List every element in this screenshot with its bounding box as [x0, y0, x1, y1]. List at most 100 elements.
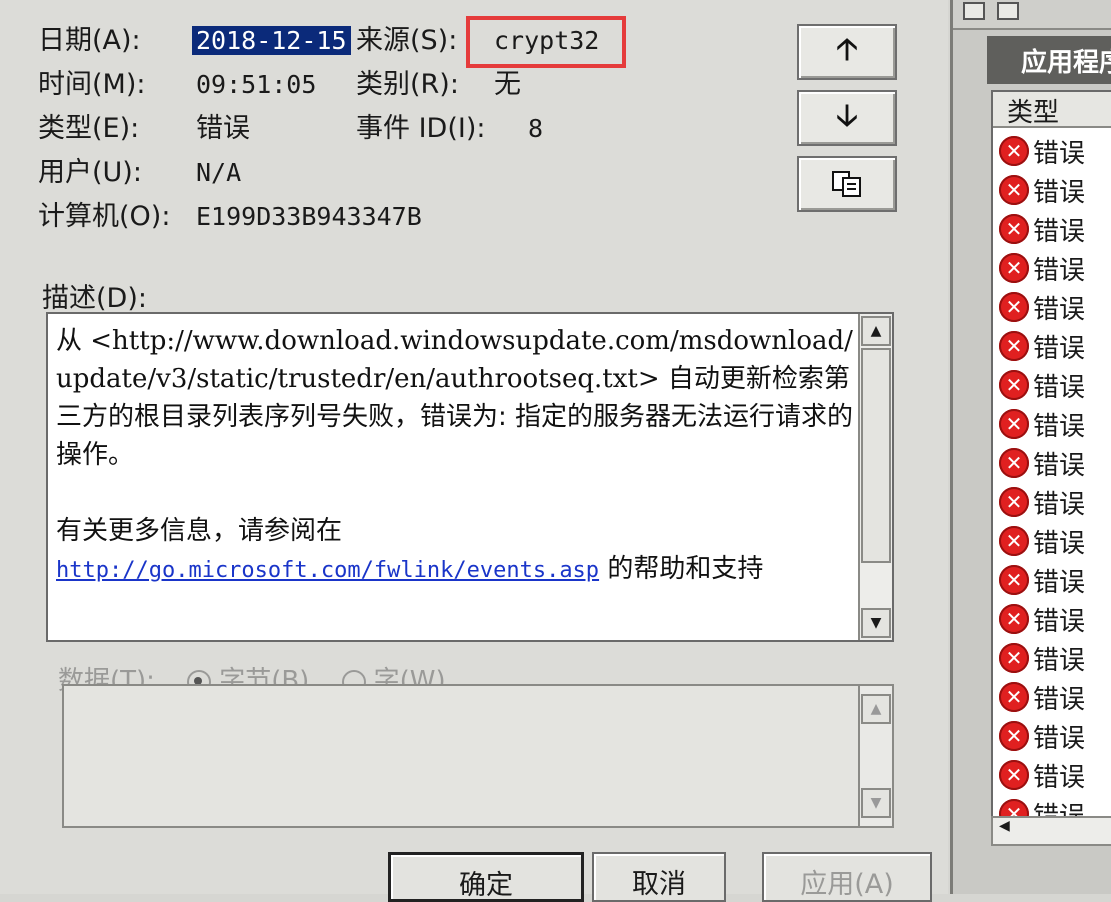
- help-link[interactable]: http://go.microsoft.com/fwlink/events.as…: [56, 558, 599, 583]
- category-value: 无: [494, 69, 521, 100]
- event-list-row[interactable]: ✕错误: [999, 522, 1085, 560]
- description-label: 描述(D):: [42, 283, 147, 314]
- scroll-thumb[interactable]: [861, 348, 891, 563]
- error-icon: ✕: [999, 409, 1029, 439]
- error-icon: ✕: [999, 721, 1029, 751]
- description-scrollbar[interactable]: ▲ ▼: [858, 314, 892, 640]
- error-icon: ✕: [999, 448, 1029, 478]
- user-value: N/A: [196, 158, 242, 187]
- column-header-type[interactable]: 类型: [993, 92, 1111, 128]
- previous-event-button[interactable]: 🡡: [797, 24, 897, 80]
- event-type-label: 错误: [1033, 138, 1086, 169]
- error-icon: ✕: [999, 253, 1029, 283]
- error-icon: ✕: [999, 760, 1029, 790]
- event-type-label: 错误: [1033, 255, 1086, 286]
- description-help-suffix: 的帮助和支持: [599, 554, 764, 584]
- event-list-row[interactable]: ✕错误: [999, 717, 1085, 755]
- error-icon: ✕: [999, 292, 1029, 322]
- date-value-text: 2018-12-15: [192, 26, 351, 55]
- event-list-row[interactable]: ✕错误: [999, 561, 1085, 599]
- event-list-row[interactable]: ✕错误: [999, 210, 1085, 248]
- event-list-row[interactable]: ✕错误: [999, 600, 1085, 638]
- scroll-left-icon[interactable]: ◀: [999, 818, 1010, 834]
- error-icon: ✕: [999, 604, 1029, 634]
- error-icon: ✕: [999, 370, 1029, 400]
- event-type-label: 错误: [1033, 684, 1086, 715]
- event-list-row[interactable]: ✕错误: [999, 678, 1085, 716]
- event-type-label: 错误: [1033, 489, 1086, 520]
- event-id-label: 事件 ID(I):: [356, 113, 486, 144]
- description-prefix: 从: [56, 326, 91, 356]
- apply-button[interactable]: 应用(A): [762, 852, 932, 902]
- event-type-label: 错误: [1033, 372, 1086, 403]
- arrow-up-icon: 🡡: [836, 31, 858, 67]
- event-list-row[interactable]: ✕错误: [999, 288, 1085, 326]
- event-type-label: 错误: [1033, 177, 1086, 208]
- copy-button[interactable]: [797, 156, 897, 212]
- pane-title: 应用程序: [987, 36, 1111, 84]
- category-label: 类别(R):: [356, 69, 459, 100]
- event-id-value: 8: [528, 114, 544, 143]
- event-properties-dialog: 日期(A): 2018-12-15 来源(S): crypt32 时间(M): …: [0, 0, 948, 902]
- event-list-row[interactable]: ✕错误: [999, 483, 1085, 521]
- event-list-row[interactable]: ✕错误: [999, 249, 1085, 287]
- error-icon: ✕: [999, 565, 1029, 595]
- scroll-up-icon[interactable]: ▲: [861, 316, 891, 346]
- toolbar: [953, 0, 1111, 30]
- event-type-label: 错误: [1033, 333, 1086, 364]
- error-icon: ✕: [999, 526, 1029, 556]
- event-type-label: 错误: [1033, 450, 1086, 481]
- list-horizontal-scrollbar[interactable]: ◀: [991, 816, 1111, 846]
- date-value[interactable]: 2018-12-15: [192, 24, 351, 58]
- cancel-button[interactable]: 取消: [592, 852, 726, 902]
- error-icon: ✕: [999, 487, 1029, 517]
- event-list-row[interactable]: ✕错误: [999, 444, 1085, 482]
- toolbar-icon-1[interactable]: [963, 2, 985, 20]
- event-type-label: 错误: [1033, 762, 1086, 793]
- next-event-button[interactable]: 🡣: [797, 90, 897, 146]
- toolbar-icon-2[interactable]: [997, 2, 1019, 20]
- error-icon: ✕: [999, 175, 1029, 205]
- data-textbox[interactable]: ▲ ▼: [62, 684, 894, 828]
- arrow-down-icon: 🡣: [836, 97, 858, 133]
- event-list-row[interactable]: ✕错误: [999, 405, 1085, 443]
- source-annotation-box: [466, 16, 626, 68]
- event-list-row[interactable]: ✕错误: [999, 756, 1085, 794]
- description-textbox[interactable]: 从 <http://www.download.windowsupdate.com…: [46, 312, 894, 642]
- description-more-info: 有关更多信息，请参阅在: [56, 516, 343, 546]
- error-icon: ✕: [999, 682, 1029, 712]
- time-value: 09:51:05: [196, 70, 317, 99]
- data-scroll-down-icon[interactable]: ▼: [861, 788, 891, 818]
- event-type-label: 错误: [1033, 645, 1086, 676]
- user-label: 用户(U):: [38, 157, 142, 188]
- event-list-row[interactable]: ✕错误: [999, 327, 1085, 365]
- event-type-label: 错误: [1033, 567, 1086, 598]
- type-label: 类型(E):: [38, 113, 140, 144]
- type-value: 错误: [196, 113, 250, 144]
- scroll-down-icon[interactable]: ▼: [861, 608, 891, 638]
- data-scroll-up-icon[interactable]: ▲: [861, 694, 891, 724]
- event-type-label: 错误: [1033, 216, 1086, 247]
- data-scrollbar[interactable]: ▲ ▼: [858, 686, 892, 826]
- event-type-label: 错误: [1033, 294, 1086, 325]
- computer-value: E199D33B943347B: [196, 202, 422, 231]
- error-icon: ✕: [999, 643, 1029, 673]
- event-list-row[interactable]: ✕错误: [999, 366, 1085, 404]
- event-list-row[interactable]: ✕错误: [999, 132, 1085, 170]
- date-label: 日期(A):: [38, 25, 141, 56]
- copy-icon: [832, 171, 861, 197]
- time-label: 时间(M):: [38, 69, 146, 100]
- description-text: 从 <http://www.download.windowsupdate.com…: [56, 322, 856, 590]
- event-list-row[interactable]: ✕错误: [999, 171, 1085, 209]
- event-list-row[interactable]: ✕错误: [999, 639, 1085, 677]
- error-icon: ✕: [999, 136, 1029, 166]
- event-type-label: 错误: [1033, 411, 1086, 442]
- error-icon: ✕: [999, 331, 1029, 361]
- source-label: 来源(S):: [356, 25, 458, 56]
- event-list[interactable]: 类型 ✕ 错误 ✕ 错误 ✕ 错误 ✕ 错误 ✕ 错误 ✕ 错误 ✕ 错误 ✕ 错误 ✕ 错误 ✕ 错误 ✕ 错误 ✕ 错误 ✕…: [991, 90, 1111, 846]
- event-type-label: 错误: [1033, 606, 1086, 637]
- event-type-label: 错误: [1033, 528, 1086, 559]
- computer-label: 计算机(O):: [38, 201, 171, 232]
- ok-button[interactable]: 确定: [388, 852, 584, 902]
- event-viewer-background: 应用程序 类型 ✕错误✕错误✕错误✕错误✕错误✕错误✕错误✕错误✕错误✕错误✕错…: [950, 0, 1111, 894]
